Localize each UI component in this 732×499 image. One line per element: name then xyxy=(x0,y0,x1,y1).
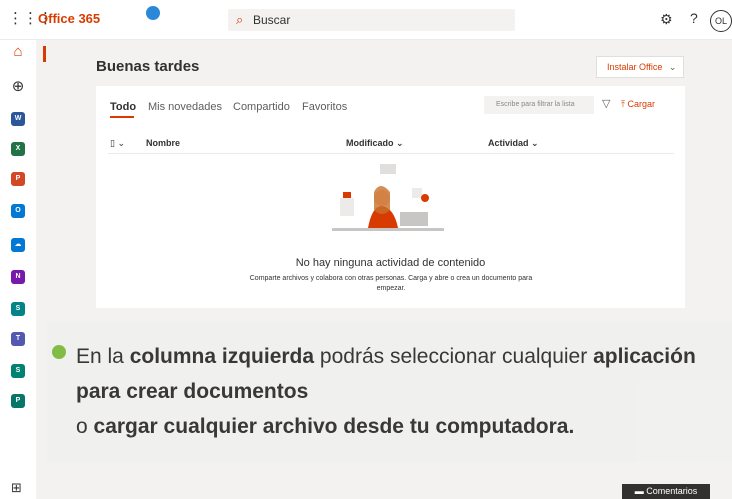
empty-state-subtitle: Comparte archivos y colabora con otras p… xyxy=(249,275,533,292)
feedback-button[interactable]: ▬ Comentarios xyxy=(622,484,710,499)
column-modified-label: Modificado xyxy=(346,138,394,148)
sidebar-item-create[interactable]: ⊕ xyxy=(9,78,27,96)
filter-icon[interactable]: ▽ xyxy=(602,97,610,110)
word-icon: W xyxy=(11,112,25,126)
teams-icon: T xyxy=(11,332,25,346)
list-header: ▯ ⌄ Nombre Modificado ⌄ Actividad ⌄ xyxy=(108,134,674,154)
sidebar-item-outlook[interactable]: O xyxy=(9,202,27,220)
sidebar-item-teams[interactable]: T xyxy=(9,330,27,348)
settings-gear-icon[interactable]: ⚙ xyxy=(660,11,673,28)
comment-icon: ▬ xyxy=(634,486,647,496)
sidebar-item-powerpoint[interactable]: P xyxy=(9,170,27,188)
help-icon[interactable]: ? xyxy=(690,10,698,26)
sharepoint-icon: S xyxy=(11,302,25,316)
column-name[interactable]: Nombre xyxy=(146,138,180,148)
search-box[interactable]: ⌕ Buscar xyxy=(228,9,515,31)
active-indicator xyxy=(43,46,46,62)
active-tab-indicator xyxy=(110,116,134,118)
brand-title[interactable]: Office 365 xyxy=(38,11,100,26)
upload-label: Cargar xyxy=(627,99,655,109)
tab-todo[interactable]: Todo xyxy=(110,101,136,113)
sidebar-item-planner[interactable]: P xyxy=(9,392,27,410)
install-office-label: Instalar Office xyxy=(607,62,663,72)
planner-icon: P xyxy=(11,394,25,408)
empty-state-illustration xyxy=(332,164,444,231)
sidebar-item-onenote[interactable]: N xyxy=(9,268,27,286)
instruction-b3: cargar cualquier archivo desde tu comput… xyxy=(93,415,575,438)
outlook-icon: O xyxy=(11,204,25,218)
avatar[interactable]: OL xyxy=(710,10,732,32)
all-apps-icon[interactable]: ⊞ xyxy=(11,480,22,496)
sidebar-item-word[interactable]: W xyxy=(9,110,27,128)
column-activity[interactable]: Actividad ⌄ xyxy=(488,138,539,149)
sidebar-item-excel[interactable]: X xyxy=(9,140,27,158)
onenote-icon: N xyxy=(11,270,25,284)
excel-icon: X xyxy=(11,142,25,156)
instruction-t1: En la xyxy=(76,345,130,368)
column-activity-label: Actividad xyxy=(488,138,529,148)
instruction-t2: podrás seleccionar cualquier xyxy=(314,345,594,368)
search-input[interactable]: Buscar xyxy=(253,13,290,27)
instruction-overlay: En la columna izquierda podrás seleccion… xyxy=(46,322,732,462)
onedrive-icon: ☁ xyxy=(11,238,25,252)
file-type-icon[interactable]: ▯ ⌄ xyxy=(110,138,125,149)
tab-shared[interactable]: Compartido xyxy=(233,101,290,113)
feedback-label: Comentarios xyxy=(646,486,698,496)
sidebar-item-home[interactable]: ⌂ xyxy=(9,43,46,62)
create-icon: ⊕ xyxy=(11,78,25,95)
search-icon: ⌕ xyxy=(236,12,244,27)
install-office-button[interactable]: Instalar Office ⌄ xyxy=(596,56,684,78)
cursor-indicator xyxy=(146,6,160,20)
powerpoint-icon: P xyxy=(11,172,25,186)
sidebar-item-onedrive[interactable]: ☁ xyxy=(9,236,27,254)
top-bar: ⋮⋮⋮ Office 365 ⌕ Buscar ⚙ ? OL xyxy=(0,0,732,40)
sway-icon: S xyxy=(11,364,25,378)
home-icon: ⌂ xyxy=(13,43,23,60)
app-launcher-icon[interactable]: ⋮⋮⋮ xyxy=(8,9,53,29)
instruction-t3: o xyxy=(76,415,94,438)
tab-recent[interactable]: Mis novedades xyxy=(148,101,222,113)
content-card: Todo Mis novedades Compartido Favoritos … xyxy=(96,86,685,308)
page-title: Buenas tardes xyxy=(96,58,200,75)
instruction-text: En la columna izquierda podrás seleccion… xyxy=(76,339,726,444)
empty-state-title: No hay ninguna actividad de contenido xyxy=(295,257,486,269)
sidebar-item-sway[interactable]: S xyxy=(9,362,27,380)
chevron-down-icon: ⌄ xyxy=(668,62,677,72)
filter-input[interactable]: Escribe para filtrar la lista xyxy=(484,96,594,114)
column-modified[interactable]: Modificado ⌄ xyxy=(346,138,404,149)
instruction-b1: columna izquierda xyxy=(129,345,315,368)
app-rail: ⌂ ⊕ W X P O ☁ N S T S P xyxy=(0,40,46,499)
tab-favorites[interactable]: Favoritos xyxy=(302,101,347,113)
sidebar-item-sharepoint[interactable]: S xyxy=(9,300,27,318)
bullet-dot xyxy=(52,345,66,359)
upload-button[interactable]: ⤒ Cargar xyxy=(621,99,655,110)
